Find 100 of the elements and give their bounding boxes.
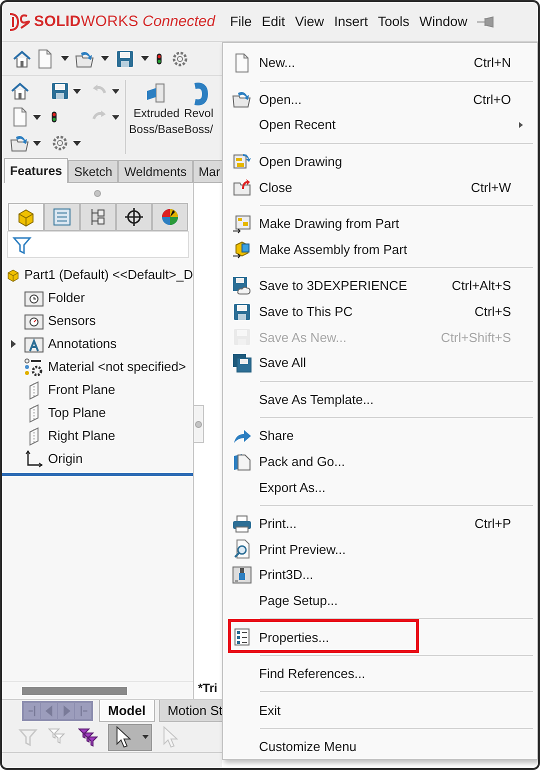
tree-item[interactable]: Top Plane [2, 401, 193, 424]
tab[interactable]: Motion St [158, 700, 222, 722]
floppy-icon[interactable] [50, 81, 70, 101]
menu-item[interactable]: Make Assembly from Part [223, 236, 537, 262]
floppy-cloud-icon[interactable] [232, 276, 252, 296]
tree-item[interactable]: Right Plane [2, 424, 193, 447]
document-title: *Tri [198, 681, 218, 695]
home-icon[interactable] [12, 48, 32, 68]
caret-icon[interactable] [142, 735, 149, 739]
list-icon[interactable] [52, 207, 72, 227]
shortcut-text: Ctrl+N [474, 55, 511, 70]
menu-title[interactable]: File [230, 14, 252, 29]
material-gear-icon[interactable] [24, 356, 44, 376]
splitter-handle[interactable] [94, 190, 101, 196]
printer-icon[interactable] [232, 514, 252, 534]
menu-item[interactable]: Print Preview... [223, 536, 537, 562]
tree-item[interactable]: Front Plane [2, 378, 193, 401]
menu-item[interactable]: Find References... [223, 660, 537, 686]
drawing-sheet-icon[interactable] [232, 214, 252, 234]
menu-item[interactable]: Print... Ctrl+P [223, 510, 537, 536]
panel-tab[interactable] [116, 203, 152, 231]
menu-title[interactable]: Tools [378, 14, 410, 29]
menu-item[interactable]: Exit [223, 697, 537, 724]
caret-icon[interactable] [33, 114, 41, 120]
brand-name: SOLIDWORKS [34, 13, 139, 30]
tree-item[interactable]: Sensors [2, 309, 193, 332]
scrollbar-thumb[interactable] [22, 686, 127, 694]
folder-arrow-icon[interactable] [10, 133, 30, 153]
menu-item[interactable]: Close Ctrl+W [223, 174, 537, 200]
menu-item[interactable]: Save to 3DEXPERIENCE Ctrl+Alt+S [223, 273, 537, 299]
menu-item[interactable]: Open... Ctrl+O [223, 86, 537, 112]
menu-item[interactable]: Print3D... [223, 562, 537, 588]
tree-item[interactable]: Material <not specified> [2, 355, 193, 378]
menu-item[interactable]: Save As Template... [223, 386, 537, 412]
tab[interactable]: Features [4, 158, 68, 183]
menu-item[interactable]: Save All [223, 350, 537, 376]
filter-stack-icon[interactable] [78, 727, 98, 747]
caret-icon[interactable] [141, 56, 149, 61]
tab[interactable]: Sketch [68, 160, 118, 183]
menu-title[interactable]: Window [419, 14, 468, 29]
menu-title[interactable]: Edit [262, 14, 286, 29]
floppy-stack-icon[interactable] [232, 352, 252, 373]
tree-item[interactable]: Part1 (Default) <<Default>_D [2, 263, 193, 286]
color-ball-icon[interactable] [160, 207, 180, 227]
menu-item[interactable]: Page Setup... [223, 588, 537, 614]
menu-title[interactable]: View [295, 14, 324, 29]
tree-item[interactable]: Origin [2, 447, 193, 470]
caret-icon[interactable] [73, 140, 81, 146]
shortcut-text: Ctrl+O [473, 92, 511, 107]
axes-icon[interactable] [24, 448, 44, 468]
pointer-icon[interactable] [115, 726, 133, 748]
menu-item[interactable]: Customize Menu [223, 734, 537, 760]
shortcut-text: Ctrl+Shift+S [440, 330, 511, 345]
menu-item[interactable]: Export As... [223, 474, 537, 500]
gear-icon[interactable] [50, 133, 70, 153]
feature-button[interactable]: Revol Boss/ [184, 76, 214, 158]
caret-icon[interactable] [33, 140, 41, 146]
caret-icon[interactable] [112, 88, 119, 94]
panel-grip[interactable] [194, 405, 204, 443]
menu-item[interactable]: Open Recent [223, 112, 537, 138]
filter-icon[interactable] [12, 234, 32, 254]
panel-tab[interactable] [80, 203, 116, 231]
menu-item[interactable]: Make Drawing from Part [223, 210, 537, 237]
filter-field[interactable] [7, 231, 189, 258]
expand-caret-icon[interactable] [10, 340, 16, 348]
printer-3d-icon[interactable] [232, 564, 252, 585]
ds-logo-icon [8, 12, 30, 30]
list-icon[interactable] [232, 627, 252, 648]
menu-item[interactable]: Pack and Go... [223, 448, 537, 474]
caret-icon[interactable] [101, 56, 109, 61]
menu-title[interactable]: Insert [334, 14, 368, 29]
crosshair-icon[interactable] [124, 207, 144, 227]
caret-icon[interactable] [112, 114, 119, 120]
tab[interactable]: Model [99, 700, 155, 722]
menu-item[interactable]: Properties... [223, 624, 537, 650]
tree-item[interactable]: Folder [2, 286, 193, 309]
menu-item[interactable]: Save to This PC Ctrl+S [223, 298, 537, 324]
folder-arrow-icon[interactable] [232, 89, 252, 110]
menu-item[interactable]: Open Drawing [223, 148, 537, 174]
menu-item[interactable]: New... Ctrl+N [223, 50, 537, 76]
folder-icon[interactable] [232, 452, 252, 472]
tab[interactable]: Weldments [118, 160, 193, 183]
submenu-arrow-icon [519, 122, 523, 128]
home-icon[interactable] [10, 81, 30, 101]
cube-icon[interactable] [232, 239, 252, 260]
tree-item[interactable]: Annotations [2, 332, 193, 355]
part-icon[interactable] [16, 207, 36, 227]
caret-icon[interactable] [61, 56, 69, 61]
feature-button[interactable]: Extruded Boss/Base [129, 76, 184, 158]
folder-arrow-icon[interactable] [232, 177, 252, 198]
edition-label: Connected [142, 13, 216, 30]
select-tool-button[interactable] [108, 724, 152, 750]
pin-icon[interactable] [477, 16, 496, 28]
tab[interactable]: Mar [192, 160, 222, 183]
shortcut-text: Ctrl+S [474, 304, 511, 320]
menu-item[interactable]: Share [223, 423, 537, 449]
floppy-icon[interactable] [232, 302, 252, 322]
floppy-icon[interactable] [115, 48, 135, 68]
magnifier-page-icon[interactable] [232, 539, 252, 560]
caret-icon[interactable] [73, 88, 81, 94]
